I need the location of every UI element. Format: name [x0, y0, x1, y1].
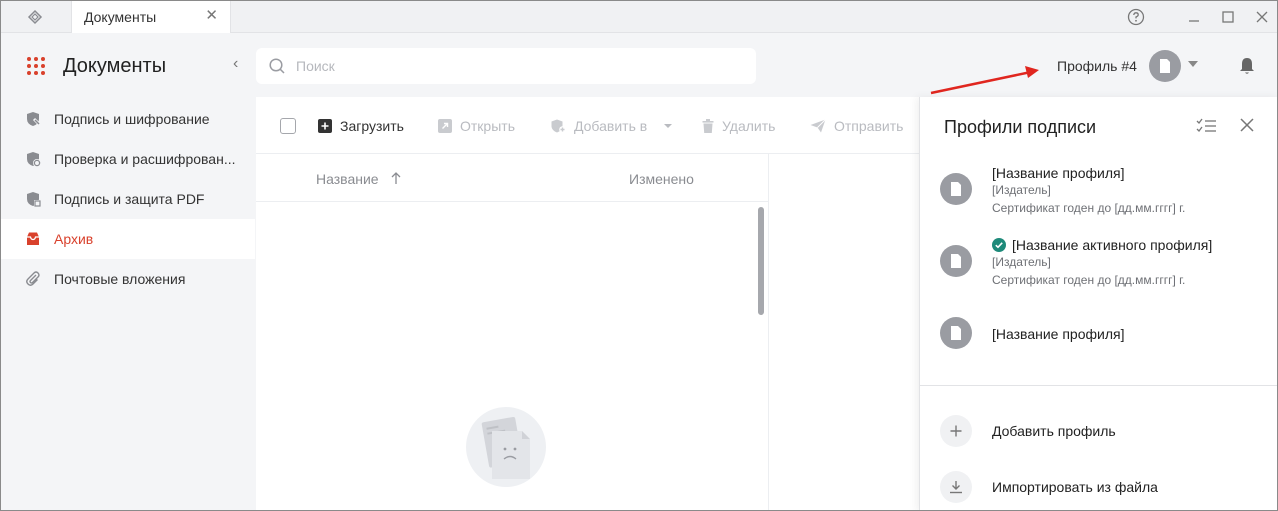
help-icon	[1127, 8, 1145, 26]
column-modified[interactable]: Изменено	[629, 171, 694, 187]
add-profile-button[interactable]: Добавить профиль	[920, 411, 1277, 451]
profile-name-row: [Название активного профиля]	[992, 237, 1212, 253]
send-button[interactable]: Отправить	[810, 117, 903, 135]
profile-name: [Название активного профиля]	[1012, 237, 1213, 253]
search-box[interactable]	[256, 48, 756, 84]
profile-issuer: [Издатель]	[992, 183, 1051, 197]
panel-divider	[920, 385, 1277, 386]
shield-sign-icon	[27, 112, 41, 127]
open-external-icon	[438, 119, 452, 133]
documents-pane: Загрузить Открыть Добавить в Удалить Отп…	[256, 97, 919, 510]
add-profile-label: Добавить профиль	[992, 423, 1116, 439]
import-from-file-label: Импортировать из файла	[992, 479, 1158, 495]
upload-button[interactable]: Загрузить	[318, 117, 404, 135]
plus-square-icon	[318, 119, 332, 133]
document-tab[interactable]: Документы ✕	[71, 1, 231, 33]
current-profile-label[interactable]: Профиль #4	[1057, 58, 1137, 74]
panel-title: Профили подписи	[944, 117, 1097, 137]
chevron-down-icon[interactable]	[1188, 61, 1198, 67]
close-icon[interactable]	[1238, 116, 1256, 134]
app-window: Документы ✕ Документы ‹ Поиск Профиль #4…	[0, 0, 1278, 511]
sidebar: Подпись и шифрование Проверка и расшифро…	[1, 97, 255, 510]
delete-label: Удалить	[722, 118, 776, 134]
paper-plane-icon	[810, 119, 826, 133]
close-icon	[1256, 11, 1268, 23]
document-icon	[951, 254, 961, 268]
plus-icon	[940, 415, 972, 447]
profile-item[interactable]: [Название профиля]	[920, 311, 1277, 355]
profile-name: [Название профиля]	[992, 165, 1125, 181]
profile-item-active[interactable]: [Название активного профиля] [Издатель] …	[920, 229, 1277, 299]
close-window-button[interactable]	[1251, 6, 1273, 28]
toolbar: Загрузить Открыть Добавить в Удалить Отп…	[256, 97, 919, 154]
profile-avatar	[940, 245, 972, 277]
list-column-header: Название Изменено	[256, 154, 768, 202]
document-icon	[1160, 59, 1170, 73]
import-from-file-button[interactable]: Импортировать из файла	[920, 467, 1277, 507]
open-label: Открыть	[460, 118, 515, 134]
open-button[interactable]: Открыть	[438, 117, 515, 135]
page-title: Документы	[63, 55, 167, 77]
column-name[interactable]: Название	[316, 171, 379, 187]
sidebar-item-label: Архив	[54, 231, 94, 247]
app-header: Документы ‹ Профиль #4	[1, 33, 1277, 97]
sidebar-item-mail-attachments[interactable]: Почтовые вложения	[1, 259, 255, 299]
sidebar-item-archive[interactable]: Архив	[1, 219, 255, 259]
bell-icon[interactable]	[1238, 56, 1256, 76]
sidebar-item-label: Подпись и шифрование	[54, 111, 210, 127]
download-icon	[940, 471, 972, 503]
maximize-button[interactable]	[1217, 6, 1239, 28]
profile-name: [Название профиля]	[992, 326, 1125, 342]
signature-profiles-panel: Профили подписи [Название профиля] [Изда…	[919, 97, 1277, 510]
shield-add-icon	[551, 119, 566, 133]
sidebar-item-label: Проверка и расшифрован...	[54, 151, 236, 167]
trash-icon	[702, 119, 714, 133]
tab-title: Документы	[84, 9, 157, 25]
minimize-icon	[1189, 20, 1199, 22]
document-icon	[951, 182, 961, 196]
check-circle-icon	[992, 238, 1006, 252]
sidebar-item-verify-decrypt[interactable]: Проверка и расшифрован...	[1, 139, 255, 179]
select-all-checkbox[interactable]	[280, 118, 296, 134]
collapse-sidebar-button[interactable]: ‹	[233, 55, 238, 73]
empty-folder-illustration	[466, 407, 546, 487]
maximize-icon	[1222, 11, 1234, 23]
sidebar-item-label: Почтовые вложения	[54, 271, 186, 287]
add-to-label: Добавить в	[574, 118, 648, 134]
checklist-icon[interactable]	[1196, 117, 1218, 137]
send-label: Отправить	[834, 118, 904, 134]
profile-item[interactable]: [Название профиля] [Издатель] Сертификат…	[920, 157, 1277, 227]
sidebar-item-label: Подпись и защита PDF	[54, 191, 205, 207]
upload-label: Загрузить	[340, 118, 404, 134]
delete-button[interactable]: Удалить	[702, 117, 775, 135]
help-button[interactable]	[1125, 6, 1147, 28]
list-scrollbar[interactable]	[758, 207, 764, 315]
chevron-down-icon	[664, 124, 673, 128]
profile-avatar	[940, 173, 972, 205]
search-icon	[269, 58, 285, 74]
tab-close-icon[interactable]: ✕	[205, 7, 218, 25]
annotation-arrow	[930, 66, 1039, 95]
search-input[interactable]	[296, 48, 736, 84]
shield-check-icon	[27, 152, 41, 167]
app-logo-icon	[27, 9, 43, 25]
list-divider	[768, 154, 769, 510]
document-icon	[951, 326, 961, 340]
profile-cert-validity: Сертификат годен до [дд.мм.гггг] г.	[992, 201, 1186, 215]
archive-icon	[27, 232, 39, 245]
profile-issuer: [Издатель]	[992, 255, 1051, 269]
profile-avatar	[940, 317, 972, 349]
shield-pdf-icon	[27, 192, 41, 207]
sort-ascending-icon[interactable]	[390, 171, 402, 185]
profile-cert-validity: Сертификат годен до [дд.мм.гггг] г.	[992, 273, 1186, 287]
add-to-button[interactable]: Добавить в	[550, 117, 673, 135]
apps-grid-icon[interactable]	[27, 57, 45, 75]
minimize-button[interactable]	[1183, 6, 1205, 28]
paperclip-icon	[26, 271, 40, 286]
profile-avatar[interactable]	[1149, 50, 1181, 82]
sidebar-item-sign-encrypt[interactable]: Подпись и шифрование	[1, 99, 255, 139]
sidebar-item-pdf[interactable]: Подпись и защита PDF	[1, 179, 255, 219]
title-bar: Документы ✕	[1, 1, 1277, 33]
